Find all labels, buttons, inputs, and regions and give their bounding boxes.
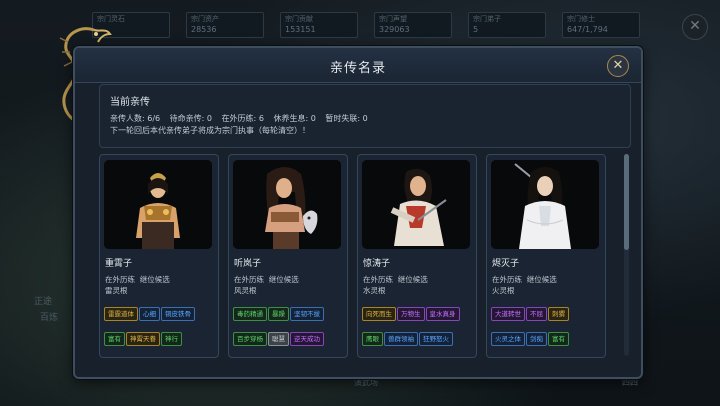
trait-tag[interactable]: 毒药精通 (233, 307, 267, 321)
status-text: 在外历练 (105, 275, 135, 284)
bg-stat-label: 宗门修士 (567, 15, 595, 23)
bg-stat-value: 647/1,794 (567, 25, 608, 34)
disciple-status: 在外历练 继位候选 (234, 274, 299, 285)
stat-label: 亲传人数: (110, 114, 145, 123)
stat-value: 0 (206, 114, 213, 123)
disciple-card[interactable]: 听岚子 在外历练 继位候选 风灵根 毒药精通 暴躁 坚韧不拔 百步穿杨 聪慧 逆天成功 (228, 154, 348, 358)
bg-stat-label: 宗门弟子 (473, 15, 501, 23)
status-text: 在外历练 (234, 275, 264, 284)
scrollbar-thumb[interactable] (624, 154, 629, 250)
disciple-name: 惊涛子 (363, 259, 391, 269)
disciple-name: 听岚子 (234, 259, 262, 269)
disciple-portrait (104, 160, 212, 249)
trait-tag[interactable]: 向死而生 (362, 307, 396, 321)
bg-stat-4: 宗门声望 329063 (374, 12, 452, 38)
trait-tag[interactable]: 神行 (161, 332, 182, 346)
trait-tag[interactable]: 刺猬 (548, 307, 569, 321)
spirit-root: 风灵根 (234, 286, 257, 295)
spirit-root: 水灵根 (363, 286, 386, 295)
trait-tag[interactable]: 剑痴 (526, 332, 547, 346)
trait-tag[interactable]: 心细 (139, 307, 160, 321)
bg-stat-2: 宗门资产 28536 (186, 12, 264, 38)
bg-close-icon[interactable]: ✕ (682, 14, 708, 40)
bg-stat-6: 宗门修士 647/1,794 (562, 12, 640, 38)
disciple-status: 在外历练 继位候选 (492, 274, 557, 285)
trait-tag[interactable]: 逆天成功 (290, 332, 324, 346)
trait-tag[interactable]: 狂野怒火 (419, 332, 453, 346)
trait-tag[interactable]: 聪慧 (268, 332, 289, 346)
bg-stat-5: 宗门弟子 5 (468, 12, 546, 38)
stat-value: 0 (362, 114, 368, 123)
stat-label: 待命亲传: (169, 114, 205, 123)
disciple-name: 烬灭子 (492, 259, 520, 269)
stat-label: 休养生息: (273, 114, 309, 123)
status-text: 在外历练 (363, 275, 393, 284)
bg-side-text: 正途 (34, 297, 53, 307)
stat-value: 6/6 (147, 114, 161, 123)
bg-stat-value: 28536 (191, 25, 217, 34)
disciple-card[interactable]: 惊涛子 在外历练 继位候选 水灵根 向死而生 万物生 皇水真身 鹰眼 兽群领袖 狂野怒火 (357, 154, 477, 358)
bg-side-text: 百炼 (40, 313, 59, 323)
bg-stat-value: 5 (473, 25, 479, 34)
trait-tag[interactable]: 兽群领袖 (384, 332, 418, 346)
trait-tag[interactable]: 铜皮铁骨 (161, 307, 195, 321)
trait-tag[interactable]: 富有 (104, 332, 125, 346)
stat-value: 6 (258, 114, 264, 123)
status-text: 在外历练 (492, 275, 522, 284)
trait-tag[interactable]: 富有 (548, 332, 569, 346)
spirit-root: 火灵根 (492, 286, 515, 295)
summary-panel: 当前亲传 亲传人数: 6/6 待命亲传: 0 在外历练: 6 休养生息: 0 暂… (99, 84, 631, 148)
disciple-portrait (491, 160, 599, 249)
bg-stat-value: 153151 (285, 25, 316, 34)
candidate-text: 继位候选 (397, 275, 428, 284)
disciple-portrait (233, 160, 341, 249)
disciple-portrait (362, 160, 470, 249)
bg-stat-label: 宗门资产 (191, 15, 219, 23)
trait-tags: 雷霆道体 心细 铜皮铁骨 富有 神霄天眷 神行 (104, 301, 216, 351)
trait-tag[interactable]: 鹰眼 (362, 332, 383, 346)
trait-tags: 毒药精通 暴躁 坚韧不拔 百步穿杨 聪慧 逆天成功 (233, 301, 345, 351)
disciple-status: 在外历练 继位候选 (363, 274, 428, 285)
spirit-root: 雷灵根 (105, 286, 128, 295)
trait-tag[interactable]: 大道转世 (491, 307, 525, 321)
bg-stat-label: 宗门声望 (379, 15, 407, 23)
disciple-status: 在外历练 继位候选 (105, 274, 170, 285)
disciple-card[interactable]: 烬灭子 在外历练 继位候选 火灵根 大道转世 不屈 刺猬 火灵之体 剑痴 富有 (486, 154, 606, 358)
trait-tag[interactable]: 雷霆道体 (104, 307, 138, 321)
trait-tags: 大道转世 不屈 刺猬 火灵之体 剑痴 富有 (491, 301, 603, 351)
candidate-text: 继位候选 (268, 275, 299, 284)
trait-tags: 向死而生 万物生 皇水真身 鹰眼 兽群领袖 狂野怒火 (362, 301, 474, 351)
rotation-note: 下一轮回后本代亲传弟子将成为宗门执事（每轮清空）！ (110, 126, 310, 135)
stat-label: 在外历练: (221, 114, 257, 123)
bg-stat-3: 宗门贡献 153151 (280, 12, 358, 38)
bg-stat-label: 宗门贡献 (285, 15, 313, 23)
section-title: 当前亲传 (110, 97, 150, 108)
trait-tag[interactable]: 暴躁 (268, 307, 289, 321)
bg-stat-value: 329063 (379, 25, 410, 34)
candidate-text: 继位候选 (526, 275, 557, 284)
summary-stats: 亲传人数: 6/6 待命亲传: 0 在外历练: 6 休养生息: 0 暂时失联: … (110, 113, 368, 124)
close-icon[interactable]: ✕ (607, 55, 629, 77)
candidate-text: 继位候选 (139, 275, 170, 284)
trait-tag[interactable]: 神霄天眷 (126, 332, 160, 346)
card-list-scrollbar[interactable] (624, 154, 629, 356)
modal-header: 亲传名录 ✕ (75, 48, 641, 83)
modal-title: 亲传名录 (329, 61, 386, 76)
trait-tag[interactable]: 火灵之体 (491, 332, 525, 346)
disciple-roster-modal: 亲传名录 ✕ 当前亲传 亲传人数: 6/6 待命亲传: 0 在外历练: 6 休养… (73, 46, 643, 379)
trait-tag[interactable]: 皇水真身 (425, 307, 460, 321)
disciple-name: 重霄子 (105, 259, 133, 269)
trait-tag[interactable]: 不屈 (526, 307, 547, 321)
disciple-card[interactable]: 重霄子 在外历练 继位候选 雷灵根 雷霆道体 心细 铜皮铁骨 富有 神霄天眷 神行 (99, 154, 219, 358)
trait-tag[interactable]: 百步穿杨 (233, 332, 267, 346)
trait-tag[interactable]: 万物生 (397, 307, 425, 321)
stat-label: 暂时失联: (325, 114, 361, 123)
stat-value: 0 (310, 114, 316, 123)
trait-tag[interactable]: 坚韧不拔 (290, 307, 324, 321)
